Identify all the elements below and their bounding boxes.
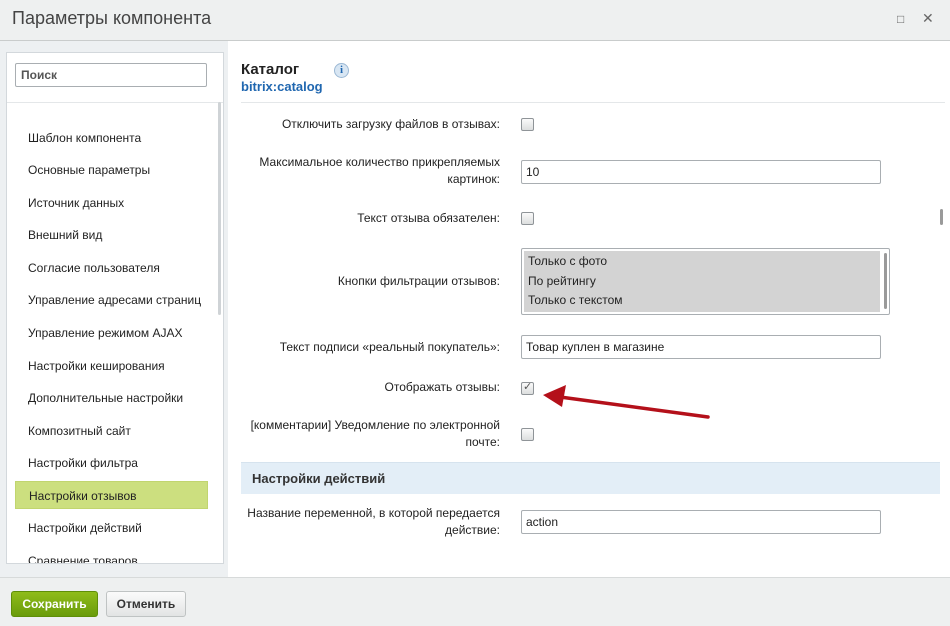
- sidebar-item-reviews[interactable]: Настройки отзывов: [15, 481, 208, 509]
- component-title: Каталог: [241, 61, 300, 78]
- show-reviews-label: Отображать отзывы:: [384, 380, 500, 394]
- disable-file-upload-label: Отключить загрузку файлов в отзывах:: [281, 117, 500, 131]
- search-input[interactable]: [16, 64, 206, 86]
- sidebar-item-ajax-mode[interactable]: Управление режимом AJAX: [15, 319, 208, 347]
- sidebar-item-additional[interactable]: Дополнительные настройки: [15, 384, 208, 412]
- dialog-footer: Сохранить Отменить: [0, 577, 950, 626]
- filter-option-photo[interactable]: Только с фото: [524, 251, 880, 271]
- sidebar-divider: [7, 102, 223, 103]
- max-images-field[interactable]: [521, 160, 881, 184]
- max-images-input[interactable]: [522, 161, 880, 183]
- actions-section-title: Настройки действий: [252, 471, 386, 486]
- max-images-label: Максимальное количество прикрепляемых ка…: [259, 154, 500, 188]
- review-text-required-label: Текст отзыва обязателен:: [357, 211, 500, 225]
- buyer-caption-field[interactable]: [521, 335, 881, 359]
- content-panel: Каталог i bitrix:catalog Отключить загру…: [228, 41, 950, 577]
- sidebar-item-caching[interactable]: Настройки кеширования: [15, 352, 208, 380]
- sidebar-item-composite[interactable]: Композитный сайт: [15, 417, 208, 445]
- email-notify-label-line1: [комментарии] Уведомление по электронной: [250, 418, 500, 432]
- max-images-label-line1: Максимальное количество прикрепляемых: [259, 155, 500, 169]
- sidebar-item-appearance[interactable]: Внешний вид: [15, 221, 208, 249]
- sidebar-item-user-consent[interactable]: Согласие пользователя: [15, 254, 208, 282]
- save-button[interactable]: Сохранить: [11, 591, 98, 617]
- action-var-input[interactable]: [522, 511, 880, 533]
- actions-section-header: Настройки действий: [241, 462, 940, 494]
- filter-buttons-options: Только с фото По рейтингу Только с текст…: [524, 251, 880, 312]
- show-reviews-checkbox[interactable]: ✓: [521, 381, 534, 395]
- sidebar-item-actions[interactable]: Настройки действий: [15, 514, 208, 542]
- filter-buttons-label: Кнопки фильтрации отзывов:: [337, 274, 500, 288]
- content-scrollbar[interactable]: [940, 209, 943, 225]
- email-notify-label-line2: почте:: [465, 435, 500, 449]
- sidebar-item-url-management[interactable]: Управление адресами страниц: [15, 286, 208, 314]
- cancel-button[interactable]: Отменить: [106, 591, 186, 617]
- buyer-caption-input[interactable]: [522, 336, 880, 358]
- close-icon[interactable]: ✕: [922, 10, 934, 27]
- sidebar-item-data-source[interactable]: Источник данных: [15, 189, 208, 217]
- action-var-label-line1: Название переменной, в которой передаетс…: [247, 506, 500, 520]
- multiselect-scrollbar[interactable]: [884, 253, 887, 309]
- review-text-required-checkbox[interactable]: [521, 212, 534, 225]
- filter-buttons-multiselect[interactable]: Только с фото По рейтингу Только с текст…: [521, 248, 890, 315]
- sidebar-item-basic-params[interactable]: Основные параметры: [15, 156, 208, 184]
- action-var-label: Название переменной, в которой передаетс…: [247, 505, 500, 539]
- sidebar-scrollbar[interactable]: [218, 102, 221, 315]
- header-divider: [241, 102, 945, 103]
- buyer-caption-label: Текст подписи «реальный покупатель»:: [279, 340, 500, 354]
- component-code: bitrix:catalog: [241, 79, 323, 94]
- action-var-label-line2: действие:: [445, 523, 500, 537]
- email-notify-label: [комментарии] Уведомление по электронной…: [251, 417, 500, 451]
- sidebar-item-filter[interactable]: Настройки фильтра: [15, 449, 208, 477]
- dialog-titlebar: Параметры компонента □ ✕: [0, 0, 950, 41]
- email-notify-checkbox[interactable]: [521, 428, 534, 441]
- action-var-field[interactable]: [521, 510, 881, 534]
- dialog-title: Параметры компонента: [12, 8, 212, 28]
- maximize-icon[interactable]: □: [897, 12, 904, 26]
- info-icon[interactable]: i: [334, 63, 349, 78]
- filter-option-text[interactable]: Только с текстом: [524, 290, 880, 310]
- filter-option-rating[interactable]: По рейтингу: [524, 271, 880, 291]
- disable-file-upload-checkbox[interactable]: [521, 118, 534, 131]
- max-images-label-line2: картинок:: [447, 172, 500, 186]
- search-box[interactable]: [15, 63, 207, 87]
- sidebar: Шаблон компонента Основные параметры Ист…: [6, 52, 224, 564]
- sidebar-item-compare[interactable]: Сравнение товаров: [15, 547, 208, 563]
- sidebar-item-component-template[interactable]: Шаблон компонента: [15, 124, 208, 152]
- checkmark-icon: ✓: [523, 381, 533, 393]
